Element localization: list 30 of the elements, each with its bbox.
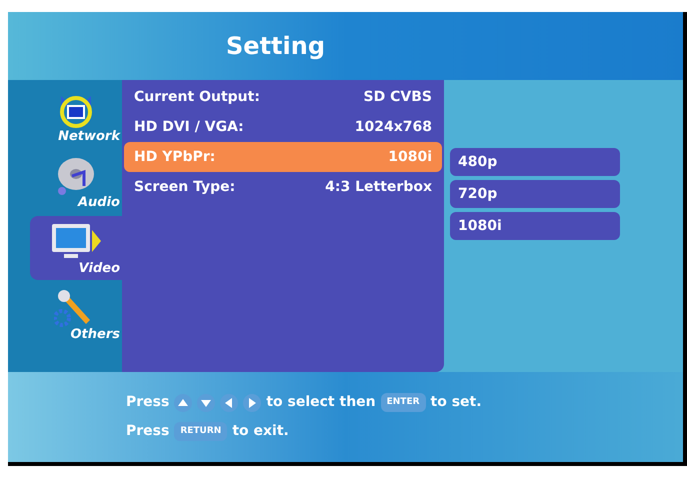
sidebar-item[interactable]: Audio [30, 150, 122, 214]
setting-value: 1080i [388, 148, 432, 166]
sidebar-item[interactable]: Video [30, 216, 122, 280]
sidebar-item[interactable]: Network [30, 84, 122, 148]
setting-label: Current Output: [134, 88, 260, 106]
hint-text: to set. [430, 393, 482, 412]
setting-value: 1024x768 [354, 118, 432, 136]
arrow-down-key-icon [197, 394, 216, 412]
setting-label: HD YPbPr: [134, 148, 216, 166]
setting-value: 4:3 Letterbox [325, 178, 432, 196]
hint-text: to select then [266, 393, 376, 412]
arrow-right-key-icon [243, 394, 262, 412]
sidebar-item[interactable]: Others [30, 282, 122, 346]
setting-value: SD CVBS [364, 88, 432, 106]
option-item[interactable]: 1080i [450, 212, 620, 240]
arrow-up-key-icon [174, 394, 192, 412]
setting-row[interactable]: Screen Type: 4:3 Letterbox [124, 172, 442, 202]
key-label: ENTER [380, 392, 426, 412]
hint-text: Press [126, 422, 170, 441]
option-item[interactable]: 720p [450, 180, 620, 208]
screen-title: Setting [226, 31, 325, 62]
hint-text: to exit. [232, 422, 289, 441]
option-item[interactable]: 480p [450, 148, 620, 176]
setting-row[interactable]: Current Output: SD CVBS [124, 82, 442, 112]
setting-label: HD DVI / VGA: [134, 118, 244, 136]
setting-label: Screen Type: [134, 178, 236, 196]
setting-row[interactable]: HD DVI / VGA: 1024x768 [124, 112, 442, 142]
key-label: RETURN [174, 422, 228, 442]
hint-text: Press [126, 393, 170, 412]
arrow-left-key-icon [220, 394, 238, 412]
